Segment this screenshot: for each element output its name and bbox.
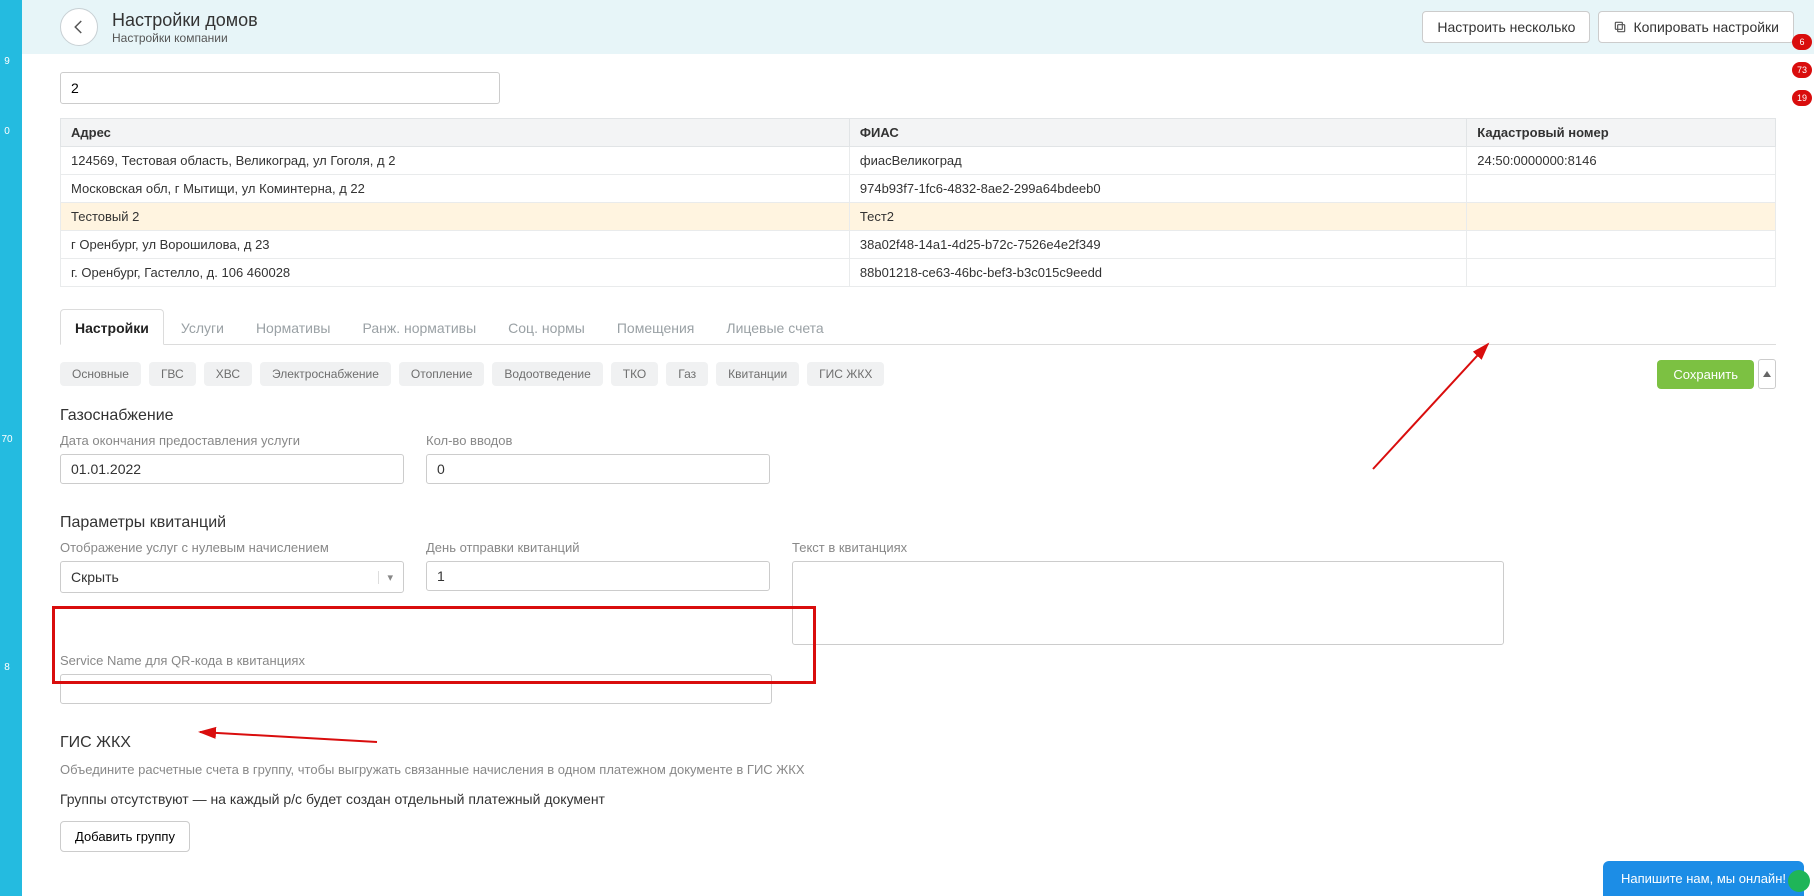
gas-end-date-input[interactable] <box>60 454 404 484</box>
table-cell <box>1467 259 1776 287</box>
zero-display-select[interactable]: Скрыть ▾ <box>60 561 404 593</box>
table-cell: г Оренбург, ул Ворошилова, д 23 <box>61 231 850 259</box>
copy-settings-label: Копировать настройки <box>1633 19 1779 35</box>
section-gis-title: ГИС ЖКХ <box>60 734 1776 752</box>
tab-ranzh-normatives[interactable]: Ранж. нормативы <box>347 309 491 345</box>
table-cell: фиасВеликоград <box>849 147 1466 175</box>
table-cell <box>1467 231 1776 259</box>
col-address[interactable]: Адрес <box>61 119 850 147</box>
houses-table: Адрес ФИАС Кадастровый номер 124569, Тес… <box>60 118 1776 287</box>
table-cell: 124569, Тестовая область, Великоград, ул… <box>61 147 850 175</box>
copy-icon <box>1613 20 1627 34</box>
table-row[interactable]: Тестовый 2Тест2 <box>61 203 1776 231</box>
save-dropdown[interactable] <box>1758 359 1776 389</box>
gas-inputs-label: Кол-во вводов <box>426 433 770 448</box>
table-cell: Тест2 <box>849 203 1466 231</box>
notification-badges: 6 73 19 <box>1792 34 1812 106</box>
pill-gas[interactable]: Газ <box>666 362 708 386</box>
gas-inputs-input[interactable] <box>426 454 770 484</box>
table-row[interactable]: г Оренбург, ул Ворошилова, д 2338a02f48-… <box>61 231 1776 259</box>
table-cell <box>1467 203 1776 231</box>
page-title: Настройки домов <box>112 10 258 31</box>
table-cell <box>1467 175 1776 203</box>
save-button[interactable]: Сохранить <box>1657 360 1754 389</box>
pill-hvs[interactable]: ХВС <box>204 362 252 386</box>
tab-social-norms[interactable]: Соц. нормы <box>493 309 600 345</box>
zero-display-label: Отображение услуг с нулевым начислением <box>60 540 404 555</box>
zero-display-value: Скрыть <box>71 569 119 585</box>
rail-nub[interactable]: 9 <box>0 48 20 74</box>
page-header: Настройки домов Настройки компании Настр… <box>22 0 1814 54</box>
receipt-text-label: Текст в квитанциях <box>792 540 1504 555</box>
tab-settings[interactable]: Настройки <box>60 309 164 345</box>
section-gas-title: Газоснабжение <box>60 407 1776 425</box>
gis-group-notice: Группы отсутствуют — на каждый р/с будет… <box>60 791 1776 807</box>
col-fias[interactable]: ФИАС <box>849 119 1466 147</box>
qr-service-name-input[interactable] <box>60 674 772 704</box>
tab-accounts[interactable]: Лицевые счета <box>711 309 838 345</box>
section-receipts-title: Параметры квитанций <box>60 514 1776 532</box>
send-day-label: День отправки квитанций <box>426 540 770 555</box>
table-row[interactable]: г. Оренбург, Гастелло, д. 106 46002888b0… <box>61 259 1776 287</box>
table-cell: 88b01218-ce63-46bc-bef3-b3c015c9eedd <box>849 259 1466 287</box>
tab-normatives[interactable]: Нормативы <box>241 309 346 345</box>
back-button[interactable] <box>60 8 98 46</box>
gas-end-date-label: Дата окончания предоставления услуги <box>60 433 404 448</box>
pill-drain[interactable]: Водоотведение <box>492 362 602 386</box>
table-cell: 974b93f7-1fc6-4832-8ae2-299a64bdeeb0 <box>849 175 1466 203</box>
page-subtitle: Настройки компании <box>112 31 258 45</box>
search-input[interactable] <box>60 72 500 104</box>
pill-basic[interactable]: Основные <box>60 362 141 386</box>
badge[interactable]: 19 <box>1792 90 1812 106</box>
send-day-input[interactable] <box>426 561 770 591</box>
pill-receipts[interactable]: Квитанции <box>716 362 799 386</box>
table-cell: Московская обл, г Мытищи, ул Коминтерна,… <box>61 175 850 203</box>
configure-multiple-button[interactable]: Настроить несколько <box>1422 11 1590 43</box>
gis-help-text: Объедините расчетные счета в группу, что… <box>60 762 1776 777</box>
tab-services[interactable]: Услуги <box>166 309 239 345</box>
chevron-down-icon: ▾ <box>378 571 393 584</box>
qr-service-name-label: Service Name для QR-кода в квитанциях <box>60 653 772 668</box>
col-cadastral[interactable]: Кадастровый номер <box>1467 119 1776 147</box>
tab-rooms[interactable]: Помещения <box>602 309 710 345</box>
badge[interactable]: 73 <box>1792 62 1812 78</box>
table-cell: Тестовый 2 <box>61 203 850 231</box>
table-row[interactable]: Московская обл, г Мытищи, ул Коминтерна,… <box>61 175 1776 203</box>
pill-gisjkh[interactable]: ГИС ЖКХ <box>807 362 884 386</box>
badge[interactable]: 6 <box>1792 34 1812 50</box>
table-row[interactable]: 124569, Тестовая область, Великоград, ул… <box>61 147 1776 175</box>
chevron-up-icon <box>1763 371 1771 377</box>
table-cell: 24:50:0000000:8146 <box>1467 147 1776 175</box>
chat-widget-label: Напишите нам, мы онлайн! <box>1621 871 1786 886</box>
title-block: Настройки домов Настройки компании <box>112 10 258 45</box>
table-cell: 38a02f48-14a1-4d25-b72c-7526e4e2f349 <box>849 231 1466 259</box>
copy-settings-button[interactable]: Копировать настройки <box>1598 11 1794 43</box>
pill-gvs[interactable]: ГВС <box>149 362 196 386</box>
arrow-left-icon <box>70 18 88 36</box>
rail-nub[interactable]: 70 <box>0 426 20 452</box>
pill-electro[interactable]: Электроснабжение <box>260 362 391 386</box>
detail-tabs: Настройки Услуги Нормативы Ранж. нормати… <box>60 309 1776 345</box>
left-rail: 9 0 70 8 <box>0 0 22 896</box>
add-group-button[interactable]: Добавить группу <box>60 821 190 852</box>
rail-nub[interactable]: 8 <box>0 654 20 680</box>
chat-widget[interactable]: Напишите нам, мы онлайн! <box>1603 861 1804 896</box>
pill-tko[interactable]: ТКО <box>611 362 659 386</box>
pill-row: Основные ГВС ХВС Электроснабжение Отопле… <box>60 359 1776 389</box>
table-cell: г. Оренбург, Гастелло, д. 106 460028 <box>61 259 850 287</box>
rail-nub[interactable]: 0 <box>0 118 20 144</box>
pill-heating[interactable]: Отопление <box>399 362 485 386</box>
receipt-text-textarea[interactable] <box>792 561 1504 645</box>
